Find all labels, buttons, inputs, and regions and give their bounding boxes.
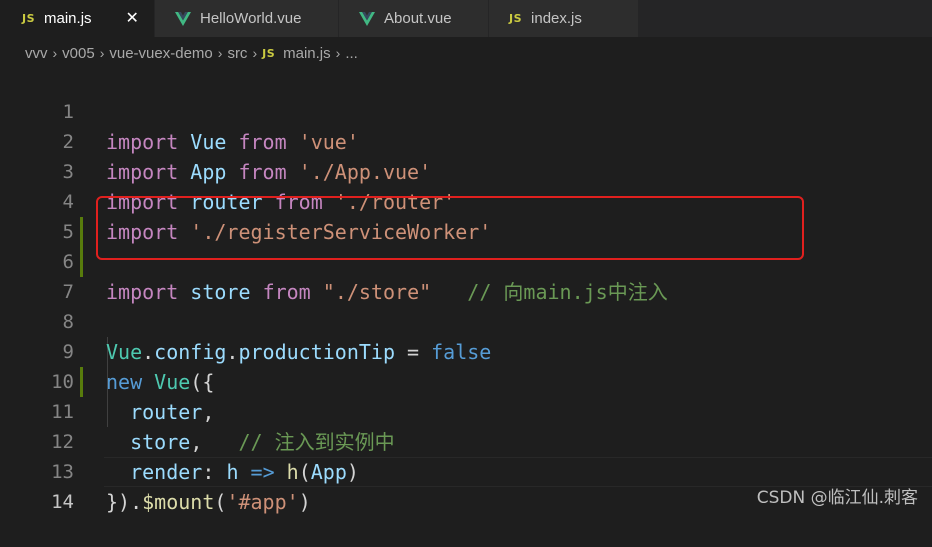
js-icon: JS (22, 12, 36, 25)
breadcrumb-item-vvv[interactable]: vvv (25, 45, 48, 62)
chevron-right-icon: › (335, 45, 341, 61)
line-number: 14 (51, 491, 74, 513)
tab-label: About.vue (384, 10, 452, 27)
js-icon: JS (509, 12, 523, 25)
code-line: 10 router, (0, 337, 932, 424)
vue-icon (359, 11, 375, 26)
tab-label: HelloWorld.vue (200, 10, 302, 27)
tab-label: main.js (44, 10, 92, 27)
code-line: 4 import './registerServiceWorker' (0, 157, 932, 244)
highlight-annotation-box (96, 196, 804, 260)
code-line: 1 import Vue from 'vue' (0, 67, 932, 154)
chevron-right-icon: › (217, 45, 223, 61)
code-line: 13 }).$mount('#app') (0, 427, 932, 514)
breadcrumb-item-project[interactable]: vue-vuex-demo (109, 45, 212, 62)
chevron-right-icon: › (252, 45, 258, 61)
editor-tab-bar: JS main.js ✕ HelloWorld.vue About.vue JS… (0, 0, 932, 37)
code-line: 8 Vue.config.productionTip = false (0, 277, 932, 364)
chevron-right-icon: › (52, 45, 58, 61)
tab-main-js[interactable]: JS main.js ✕ (0, 0, 155, 37)
js-icon: JS (262, 46, 276, 60)
line-content: }).$mount('#app') (106, 490, 311, 514)
breadcrumb: vvv › v005 › vue-vuex-demo › src › JS ma… (0, 37, 932, 69)
breadcrumb-item-file[interactable]: main.js (283, 45, 331, 62)
code-line: 3 import router from './router' (0, 127, 932, 214)
code-line: 9 new Vue({ (0, 307, 932, 394)
tab-index-js[interactable]: JS index.js (489, 0, 639, 37)
code-line: 12 render: h => h(App) (0, 397, 932, 484)
code-line: 2 import App from './App.vue' (0, 97, 932, 184)
vue-icon (175, 11, 191, 26)
breadcrumb-item-symbols[interactable]: ... (345, 45, 358, 62)
tab-about-vue[interactable]: About.vue (339, 0, 489, 37)
close-icon[interactable]: ✕ (126, 10, 139, 27)
tab-label: index.js (531, 10, 582, 27)
chevron-right-icon: › (99, 45, 105, 61)
tab-helloworld-vue[interactable]: HelloWorld.vue (155, 0, 339, 37)
breadcrumb-item-v005[interactable]: v005 (62, 45, 95, 62)
watermark: CSDN @临江仙.刺客 (756, 488, 918, 508)
string: '#app' (226, 490, 299, 514)
function-name: $mount (142, 490, 215, 514)
breadcrumb-item-src[interactable]: src (227, 45, 247, 62)
code-line: 11 store, // 注入到实例中 (0, 367, 932, 454)
code-editor[interactable]: 1 import Vue from 'vue' 2 import App fro… (0, 67, 932, 516)
